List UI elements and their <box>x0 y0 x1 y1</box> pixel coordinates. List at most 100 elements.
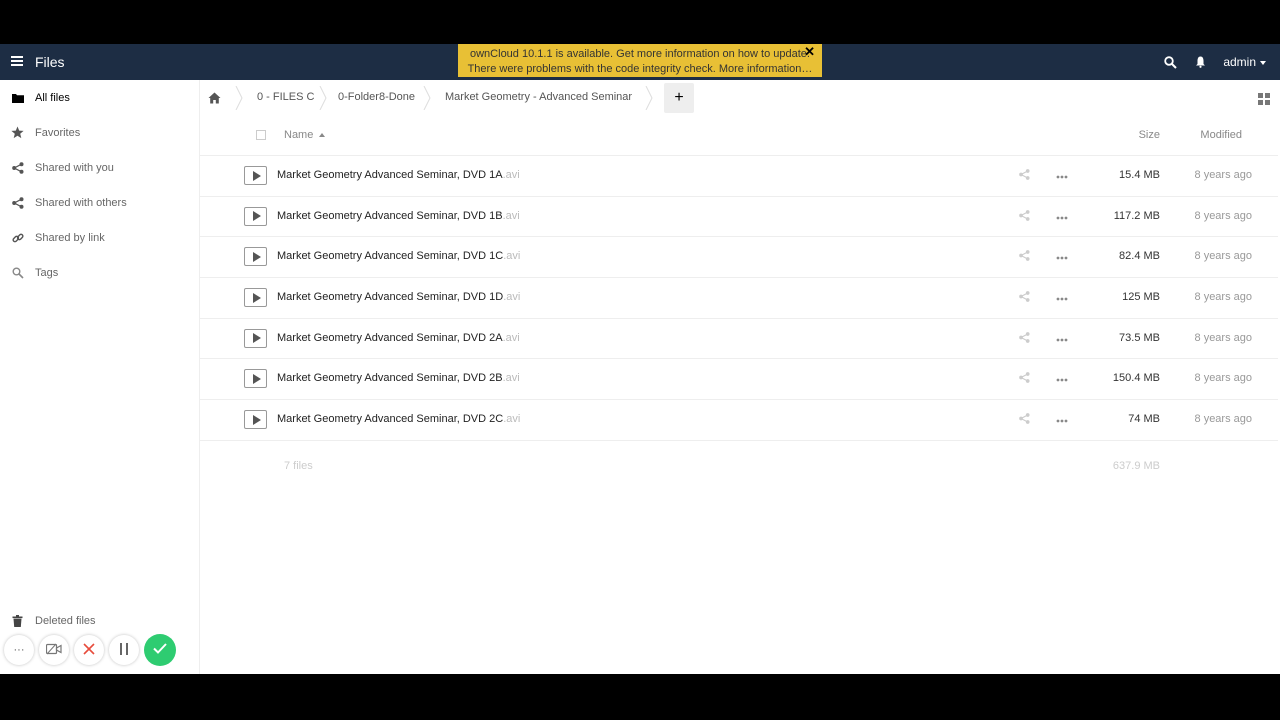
file-modified: 8 years ago <box>1194 331 1252 344</box>
grid-view-icon[interactable] <box>1258 92 1270 110</box>
cancel-recording-button[interactable] <box>74 635 104 665</box>
sidebar-item-shared-by-link[interactable]: Shared by link <box>0 220 199 255</box>
file-size: 15.4 MB <box>1119 169 1160 181</box>
share-icon[interactable] <box>1019 372 1030 386</box>
file-basename: Market Geometry Advanced Seminar, DVD 1B <box>277 209 503 222</box>
controls-bar: 0 - FILES C 0-Folder8-Done Market Geomet… <box>200 80 1280 116</box>
sidebar-item-deleted-files[interactable]: Deleted files <box>0 603 200 638</box>
share-icon[interactable] <box>1019 413 1030 427</box>
sidebar-item-favorites[interactable]: Favorites <box>0 115 199 150</box>
video-file-icon[interactable] <box>244 410 267 430</box>
file-row[interactable]: Market Geometry Advanced Seminar, DVD 2B… <box>200 359 1278 401</box>
total-size: 637.9 MB <box>1112 459 1160 472</box>
camera-toggle-button[interactable] <box>39 635 69 665</box>
chevron-down-icon <box>1260 61 1266 65</box>
video-file-icon[interactable] <box>244 369 267 389</box>
sidebar-item-all-files[interactable]: All files <box>0 80 199 115</box>
user-menu[interactable]: admin <box>1223 55 1266 69</box>
file-name[interactable]: Market Geometry Advanced Seminar, DVD 1D… <box>277 291 520 303</box>
file-size: 74 MB <box>1128 413 1160 426</box>
file-name[interactable]: Market Geometry Advanced Seminar, DVD 2C… <box>277 413 520 425</box>
more-actions-icon[interactable] <box>1056 211 1068 223</box>
sidebar-item-shared-with-others[interactable]: Shared with others <box>0 185 199 220</box>
checkmark-icon <box>153 643 167 657</box>
video-file-icon[interactable] <box>244 247 267 267</box>
breadcrumb-item[interactable]: 0 - FILES C <box>257 91 314 103</box>
file-name[interactable]: Market Geometry Advanced Seminar, DVD 1A… <box>277 169 520 181</box>
video-file-icon[interactable] <box>244 206 267 226</box>
search-icon[interactable] <box>1155 44 1185 80</box>
file-name[interactable]: Market Geometry Advanced Seminar, DVD 1B… <box>277 210 520 222</box>
finish-recording-button[interactable] <box>144 634 176 666</box>
more-actions-icon[interactable] <box>1056 373 1068 385</box>
breadcrumb-separator <box>235 86 243 110</box>
file-modified: 8 years ago <box>1194 250 1252 263</box>
file-size: 73.5 MB <box>1119 331 1160 344</box>
share-icon[interactable] <box>1019 291 1030 305</box>
share-icon[interactable] <box>1019 209 1030 224</box>
share-icon[interactable] <box>1019 250 1030 264</box>
file-extension: .avi <box>503 291 521 304</box>
file-extension: .avi <box>503 413 521 426</box>
file-name[interactable]: Market Geometry Advanced Seminar, DVD 2A… <box>277 332 520 344</box>
file-list-header: Name Size Modified <box>200 116 1278 156</box>
new-button[interactable]: + <box>664 83 694 113</box>
notification-update-text[interactable]: ownCloud 10.1.1 is available. Get more i… <box>458 47 822 62</box>
close-icon[interactable]: ✕ <box>804 44 815 59</box>
file-name[interactable]: Market Geometry Advanced Seminar, DVD 2B… <box>277 372 520 384</box>
select-all-checkbox[interactable] <box>256 130 266 140</box>
username: admin <box>1223 55 1256 69</box>
menu-icon[interactable] <box>11 56 23 66</box>
sidebar-item-label: Tags <box>35 266 59 279</box>
share-icon[interactable] <box>1019 331 1030 346</box>
star-icon <box>11 126 24 139</box>
sidebar-item-tags[interactable]: Tags <box>0 255 199 290</box>
file-size: 150.4 MB <box>1112 372 1160 385</box>
video-file-icon[interactable] <box>244 288 267 308</box>
file-modified: 8 years ago <box>1194 209 1252 222</box>
video-file-icon[interactable] <box>244 166 267 185</box>
share-icon <box>11 161 24 174</box>
file-row[interactable]: Market Geometry Advanced Seminar, DVD 1D… <box>200 278 1278 319</box>
share-icon <box>11 196 24 209</box>
file-row[interactable]: Market Geometry Advanced Seminar, DVD 1C… <box>200 237 1278 279</box>
file-row[interactable]: Market Geometry Advanced Seminar, DVD 2C… <box>200 400 1278 441</box>
pause-recording-button[interactable] <box>109 635 139 665</box>
more-actions-icon[interactable] <box>1056 292 1068 304</box>
sidebar-item-label: Deleted files <box>35 614 96 627</box>
breadcrumb-current[interactable]: Market Geometry - Advanced Seminar <box>445 91 632 103</box>
app-name[interactable]: Files <box>35 54 65 70</box>
sidebar-item-shared-with-you[interactable]: Shared with you <box>0 150 199 185</box>
video-file-icon[interactable] <box>244 328 267 348</box>
trash-icon <box>11 614 24 627</box>
bell-icon[interactable] <box>1185 44 1215 80</box>
more-options-button[interactable]: ··· <box>4 635 34 665</box>
home-icon[interactable] <box>208 91 221 109</box>
sidebar: All files Favorites Shared with you Shar… <box>0 80 200 674</box>
file-name[interactable]: Market Geometry Advanced Seminar, DVD 1C… <box>277 250 520 262</box>
more-actions-icon[interactable] <box>1056 414 1068 426</box>
breadcrumb-separator <box>423 86 431 110</box>
file-modified: 8 years ago <box>1194 372 1252 385</box>
more-actions-icon[interactable] <box>1056 333 1068 345</box>
sort-by-modified[interactable]: Modified <box>1200 129 1242 141</box>
close-icon <box>83 642 95 658</box>
file-extension: .avi <box>502 372 520 385</box>
file-row[interactable]: Market Geometry Advanced Seminar, DVD 1A… <box>200 156 1278 197</box>
more-actions-icon[interactable] <box>1056 251 1068 263</box>
file-basename: Market Geometry Advanced Seminar, DVD 2C <box>277 413 504 426</box>
notification-integrity-text[interactable]: There were problems with the code integr… <box>458 62 822 77</box>
video-camera-icon <box>45 643 62 658</box>
file-row[interactable]: Market Geometry Advanced Seminar, DVD 1B… <box>200 197 1278 238</box>
file-row[interactable]: Market Geometry Advanced Seminar, DVD 2A… <box>200 319 1278 360</box>
sidebar-item-label: Shared with you <box>35 161 114 174</box>
file-rows: Market Geometry Advanced Seminar, DVD 1A… <box>200 156 1278 441</box>
more-actions-icon[interactable] <box>1056 170 1068 182</box>
sort-by-name[interactable]: Name <box>284 129 326 141</box>
sort-by-size[interactable]: Size <box>1139 129 1160 141</box>
file-size: 82.4 MB <box>1119 250 1160 263</box>
breadcrumb-item[interactable]: 0-Folder8-Done <box>338 91 415 103</box>
sidebar-item-label: Shared by link <box>35 231 105 244</box>
file-size: 125 MB <box>1122 291 1160 304</box>
share-icon[interactable] <box>1019 169 1030 183</box>
